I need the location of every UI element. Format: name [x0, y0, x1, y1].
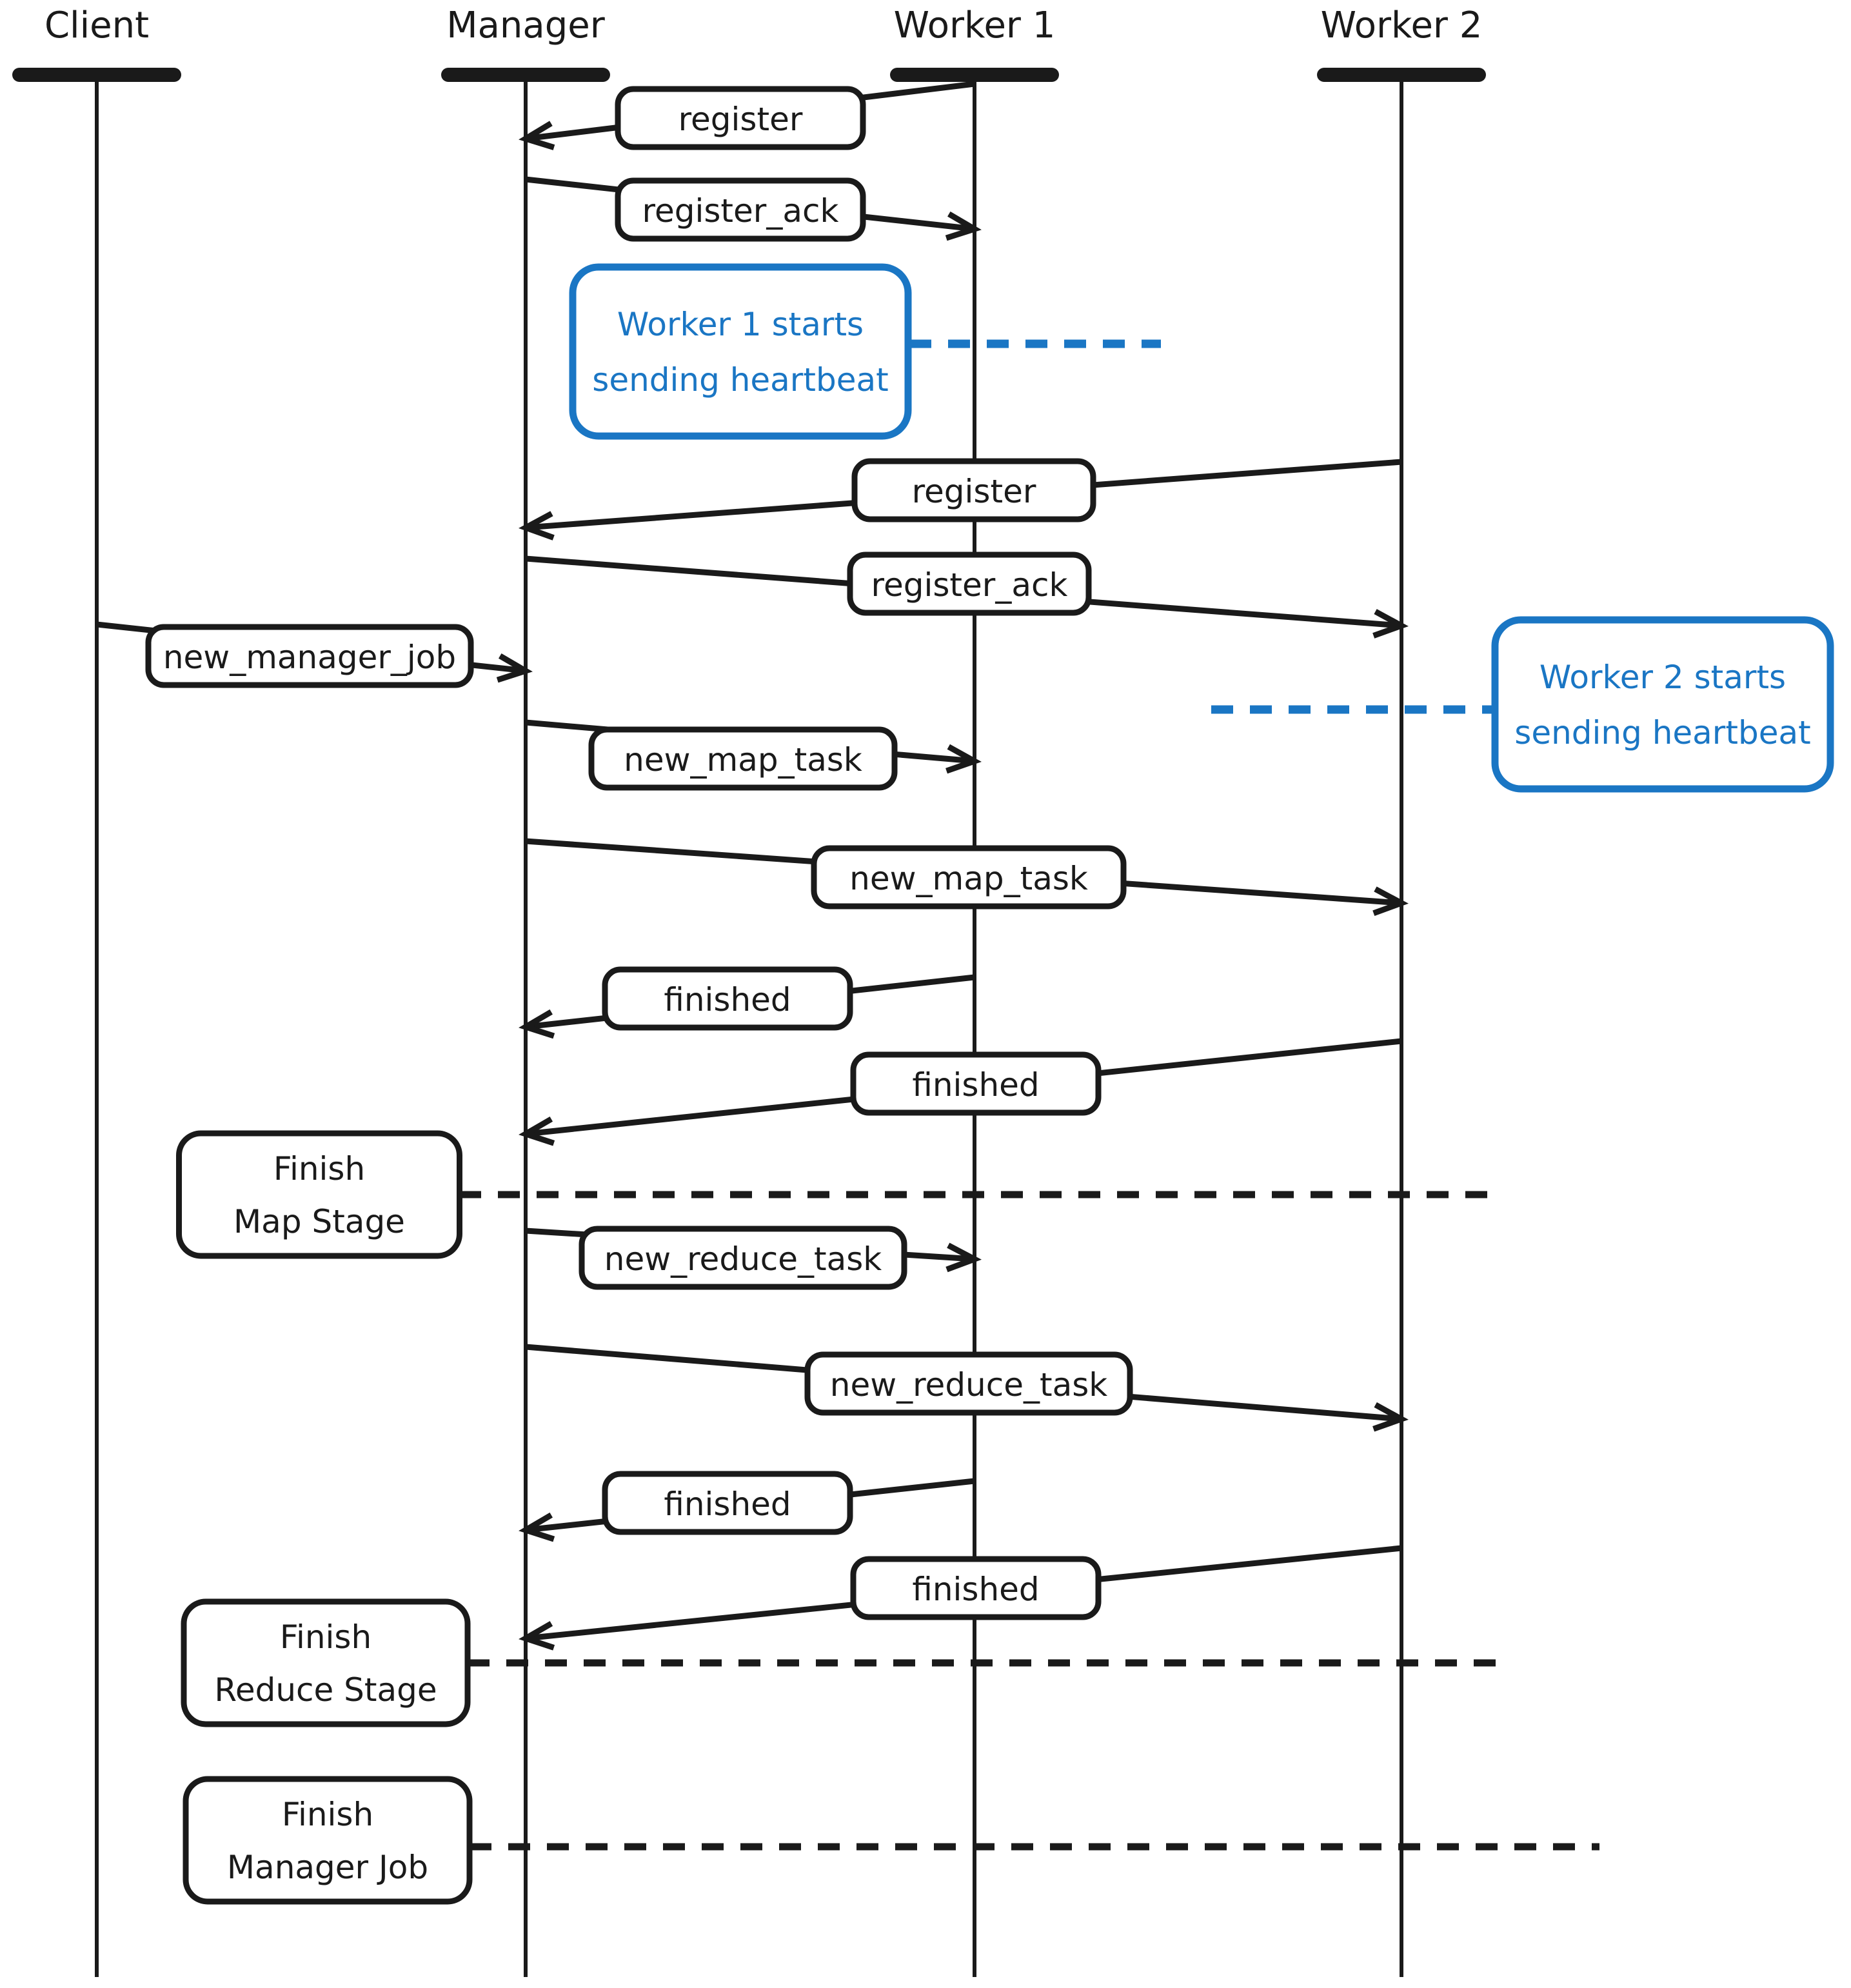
message-label-m12: finished: [602, 1471, 853, 1535]
message-label-m10: new_reduce_task: [579, 1226, 907, 1290]
stage-note-n1: Finish Map Stage: [176, 1130, 462, 1259]
message-label-text-m4: register_ack: [871, 566, 1068, 604]
message-label-m7: new_map_task: [811, 845, 1127, 910]
stage-note-line-n3-0: Finish: [282, 1796, 373, 1833]
stage-note-line-n1-0: Finish: [273, 1150, 365, 1188]
message-label-m9: finished: [850, 1051, 1102, 1116]
heartbeat-dashes-layer: [909, 339, 1495, 714]
stage-notes-layer: Finish Map Stage Finish Reduce Stage Finish M…: [176, 1130, 473, 1905]
stage-note-line-n2-1: Reduce Stage: [214, 1671, 437, 1709]
message-label-m3: register: [851, 458, 1096, 522]
message-label-text-m11: new_reduce_task: [830, 1366, 1108, 1404]
message-label-text-m2: register_ack: [642, 192, 839, 230]
sequence-diagram-svg: register register_ack register register_ack…: [12, 5, 1834, 1977]
message-label-text-m1: register: [678, 101, 803, 138]
lifeline-worker1: [890, 68, 1059, 1977]
participant-label-worker1: Worker 1: [894, 5, 1056, 46]
message-label-text-m9: finished: [912, 1066, 1039, 1104]
message-label-m5: new_manager_job: [145, 624, 474, 688]
message-label-m2: register_ack: [615, 177, 866, 242]
sequence-diagram-canvas: register register_ack register register_ack…: [0, 0, 1851, 1988]
message-label-m11: new_reduce_task: [804, 1351, 1133, 1416]
stage-note-n2: Finish Reduce Stage: [181, 1598, 471, 1727]
message-label-m6: new_map_task: [588, 726, 898, 791]
message-label-text-m3: register: [912, 473, 1036, 510]
message-label-text-m6: new_map_task: [624, 741, 862, 779]
heartbeat-note-hb2: Worker 2 starts sending heartbeat: [1491, 616, 1834, 793]
message-label-m1: register: [615, 86, 866, 150]
message-label-m8: finished: [602, 966, 853, 1031]
message-label-text-m5: new_manager_job: [163, 639, 456, 676]
lifeline-client: [12, 68, 181, 1977]
heartbeat-note-box-hb1: [569, 263, 912, 440]
participant-label-manager: Manager: [446, 5, 605, 46]
heartbeat-note-line-hb2-1: sending heartbeat: [1514, 714, 1810, 751]
heartbeat-note-line-hb1-1: sending heartbeat: [592, 361, 888, 399]
message-label-text-m12: finished: [664, 1486, 791, 1523]
heartbeat-note-line-hb2-0: Worker 2 starts: [1539, 659, 1786, 696]
heartbeat-notes-layer: Worker 1 startssending heartbeatWorker 2…: [569, 263, 1834, 793]
message-label-m4: register_ack: [847, 552, 1092, 616]
stage-note-line-n1-1: Map Stage: [233, 1203, 405, 1240]
lifeline-worker2: [1317, 68, 1486, 1977]
heartbeat-note-line-hb1-0: Worker 1 starts: [617, 306, 864, 343]
message-label-text-m8: finished: [664, 981, 791, 1019]
message-label-m13: finished: [850, 1556, 1102, 1620]
heartbeat-note-hb1: Worker 1 starts sending heartbeat: [569, 263, 912, 440]
message-label-text-m13: finished: [912, 1571, 1039, 1608]
stage-note-n3: Finish Manager Job: [183, 1776, 473, 1905]
stage-note-line-n3-1: Manager Job: [227, 1849, 428, 1886]
message-label-text-m7: new_map_task: [849, 860, 1088, 897]
message-label-text-m10: new_reduce_task: [604, 1240, 882, 1278]
participant-label-client: Client: [45, 5, 149, 46]
stage-note-line-n2-0: Finish: [280, 1618, 371, 1656]
participant-label-worker2: Worker 2: [1321, 5, 1483, 46]
heartbeat-note-box-hb2: [1491, 616, 1834, 793]
participant-labels-layer: Client Manager Worker 1 Worker 2: [45, 5, 1482, 46]
